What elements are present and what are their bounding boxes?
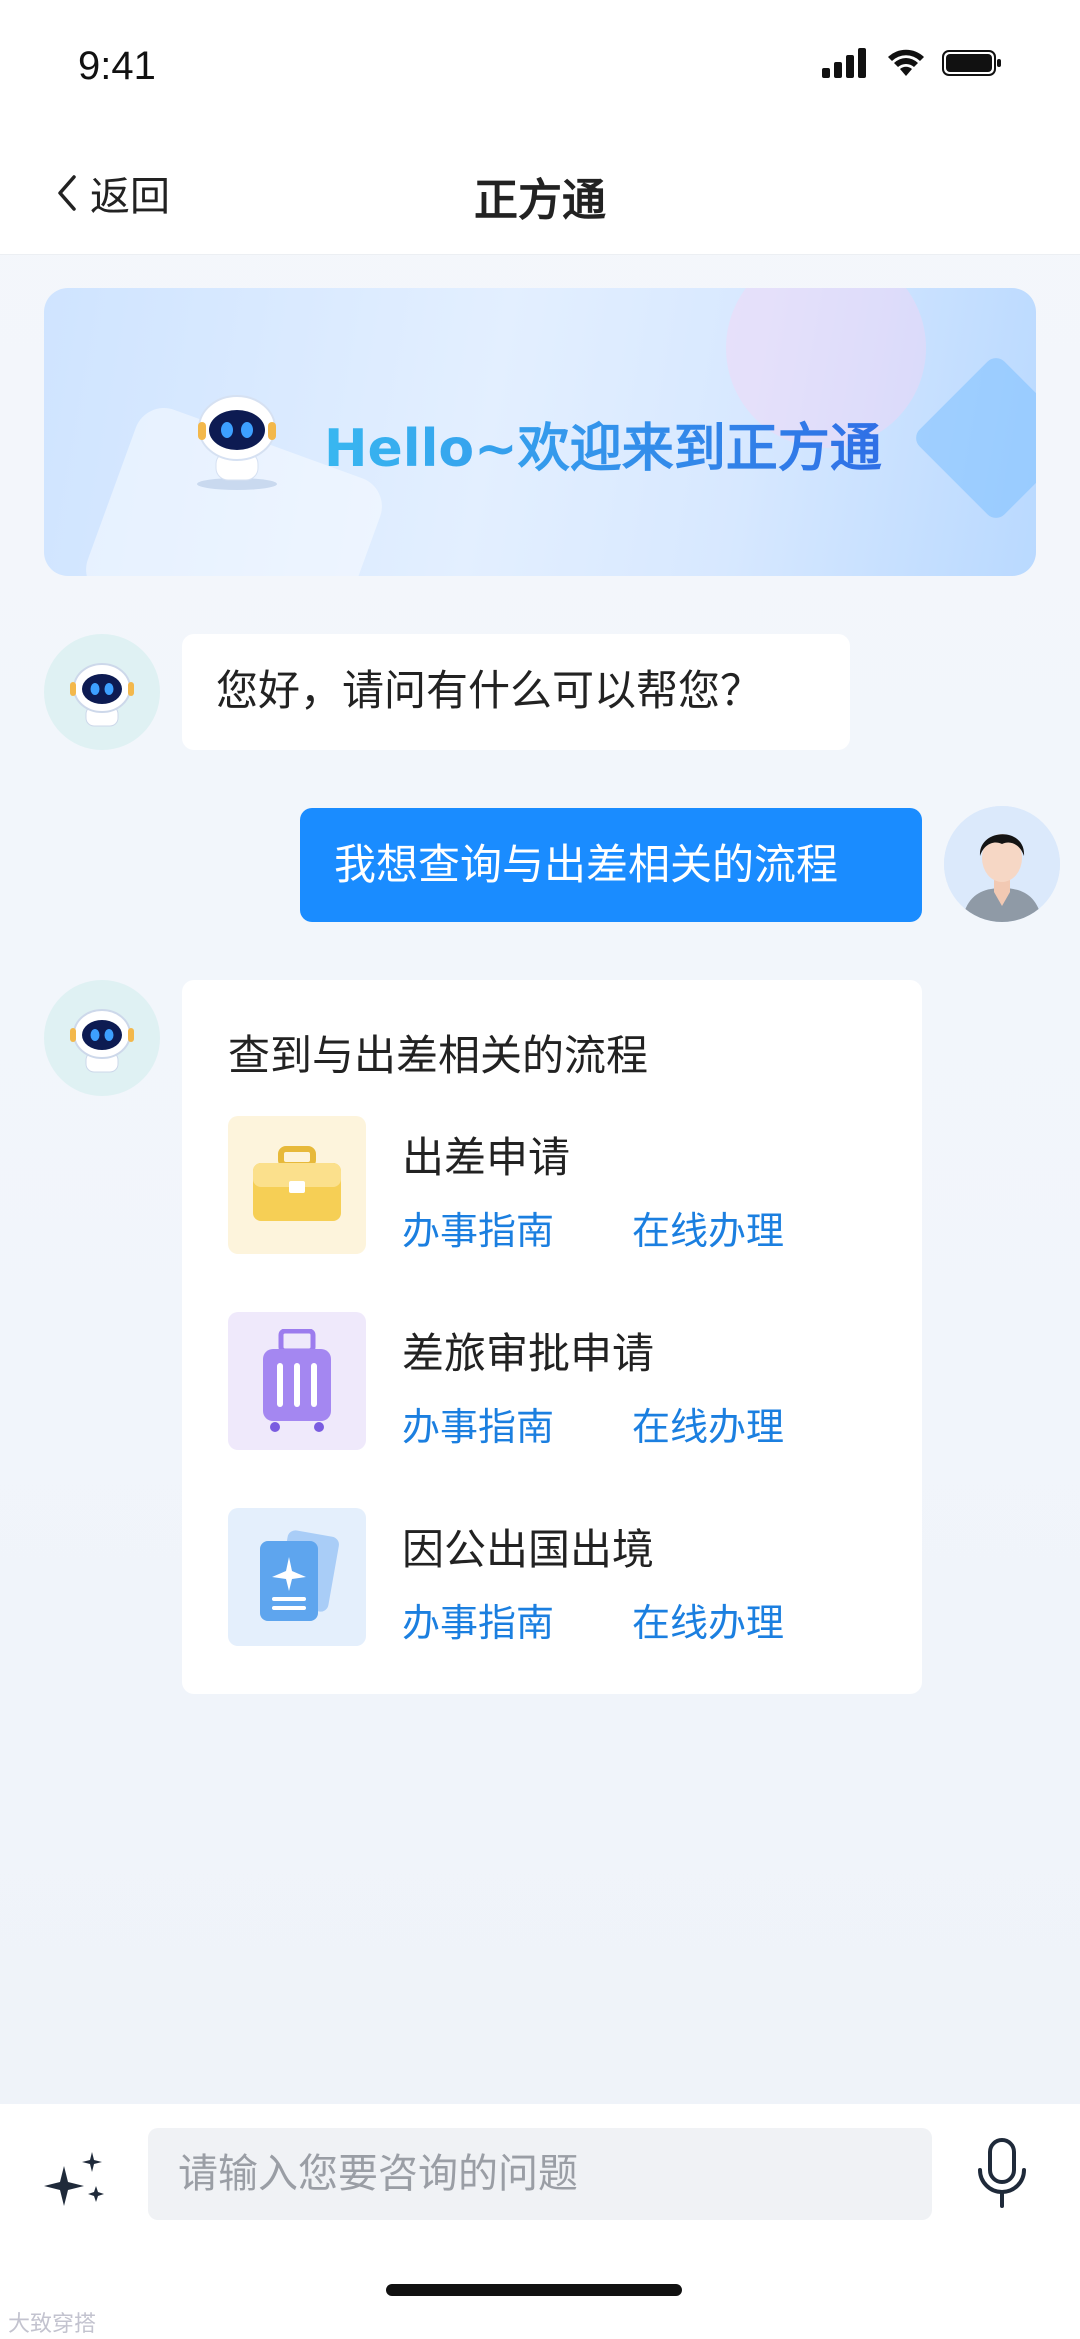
input-bar: 请输入您要咨询的问题 [0,2104,1080,2339]
process-name: 差旅审批申请 [402,1329,655,1378]
sparkle-icon[interactable] [42,2146,112,2216]
microphone-icon[interactable] [972,2138,1032,2210]
guide-link[interactable]: 办事指南 [402,1592,554,1647]
briefcase-icon [228,1116,366,1254]
process-item[interactable]: 因公出国出境 办事指南 在线办理 [228,1508,888,1648]
banner-welcome-text: Hello~欢迎来到正方通 [324,406,882,481]
status-time: 9:41 [78,44,156,88]
bot-avatar [44,980,160,1096]
process-item[interactable]: 出差申请 办事指南 在线办理 [228,1116,888,1256]
guide-link[interactable]: 办事指南 [402,1396,554,1451]
process-name: 出差申请 [402,1133,571,1182]
online-handle-link[interactable]: 在线办理 [632,1396,784,1451]
home-indicator[interactable] [386,2284,682,2296]
bot-avatar [44,634,160,750]
robot-icon [70,1009,134,1073]
question-input[interactable]: 请输入您要咨询的问题 [148,2128,932,2220]
luggage-icon [228,1312,366,1450]
battery-icon [942,50,1001,76]
welcome-banner: Hello~欢迎来到正方通 [44,288,1036,576]
signal-icon [822,48,866,78]
online-handle-link[interactable]: 在线办理 [632,1200,784,1255]
guide-link[interactable]: 办事指南 [402,1200,554,1255]
process-item[interactable]: 差旅审批申请 办事指南 在线办理 [228,1312,888,1452]
bot-greeting-bubble: 您好，请问有什么可以帮您？ [182,634,850,750]
user-avatar [944,806,1060,922]
user-avatar-icon [944,806,1060,922]
robot-mascot-icon [197,395,277,490]
result-title: 查到与出差相关的流程 [228,1031,649,1080]
online-handle-link[interactable]: 在线办理 [632,1592,784,1647]
user-message-bubble: 我想查询与出差相关的流程 [300,808,922,922]
robot-icon [70,663,134,727]
process-result-card: 查到与出差相关的流程 出差申请 办事指南 在线办理 差旅审批申请 办事指南 在线… [182,980,922,1694]
wifi-icon [888,49,924,76]
passport-icon [228,1508,366,1646]
status-icons [822,48,1002,78]
process-name: 因公出国出境 [402,1525,655,1574]
banner-decoration [911,353,1036,523]
nav-bar: 返回 正方通 [0,130,1080,255]
status-bar: 9:41 [0,0,1080,130]
watermark: 大致穿搭 [8,2312,97,2337]
page-title: 正方通 [474,175,606,226]
